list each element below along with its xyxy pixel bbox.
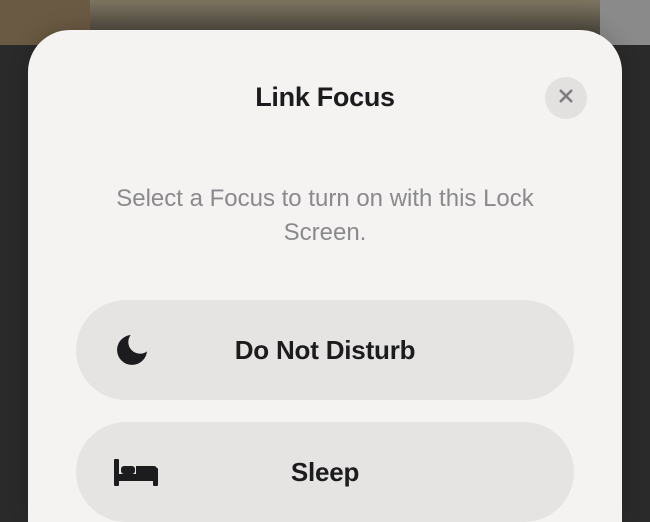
option-sleep[interactable]: Sleep xyxy=(76,422,574,522)
sheet-title: Link Focus xyxy=(255,82,395,113)
focus-options: Do Not Disturb Sleep xyxy=(76,300,574,522)
link-focus-sheet: Link Focus Select a Focus to turn on wit… xyxy=(28,30,622,522)
sheet-header: Link Focus xyxy=(76,70,574,124)
option-do-not-disturb[interactable]: Do Not Disturb xyxy=(76,300,574,400)
close-icon xyxy=(557,87,575,110)
close-button[interactable] xyxy=(545,77,587,119)
sheet-subtitle: Select a Focus to turn on with this Lock… xyxy=(76,182,574,250)
bed-icon xyxy=(112,452,160,492)
moon-icon xyxy=(112,330,152,370)
